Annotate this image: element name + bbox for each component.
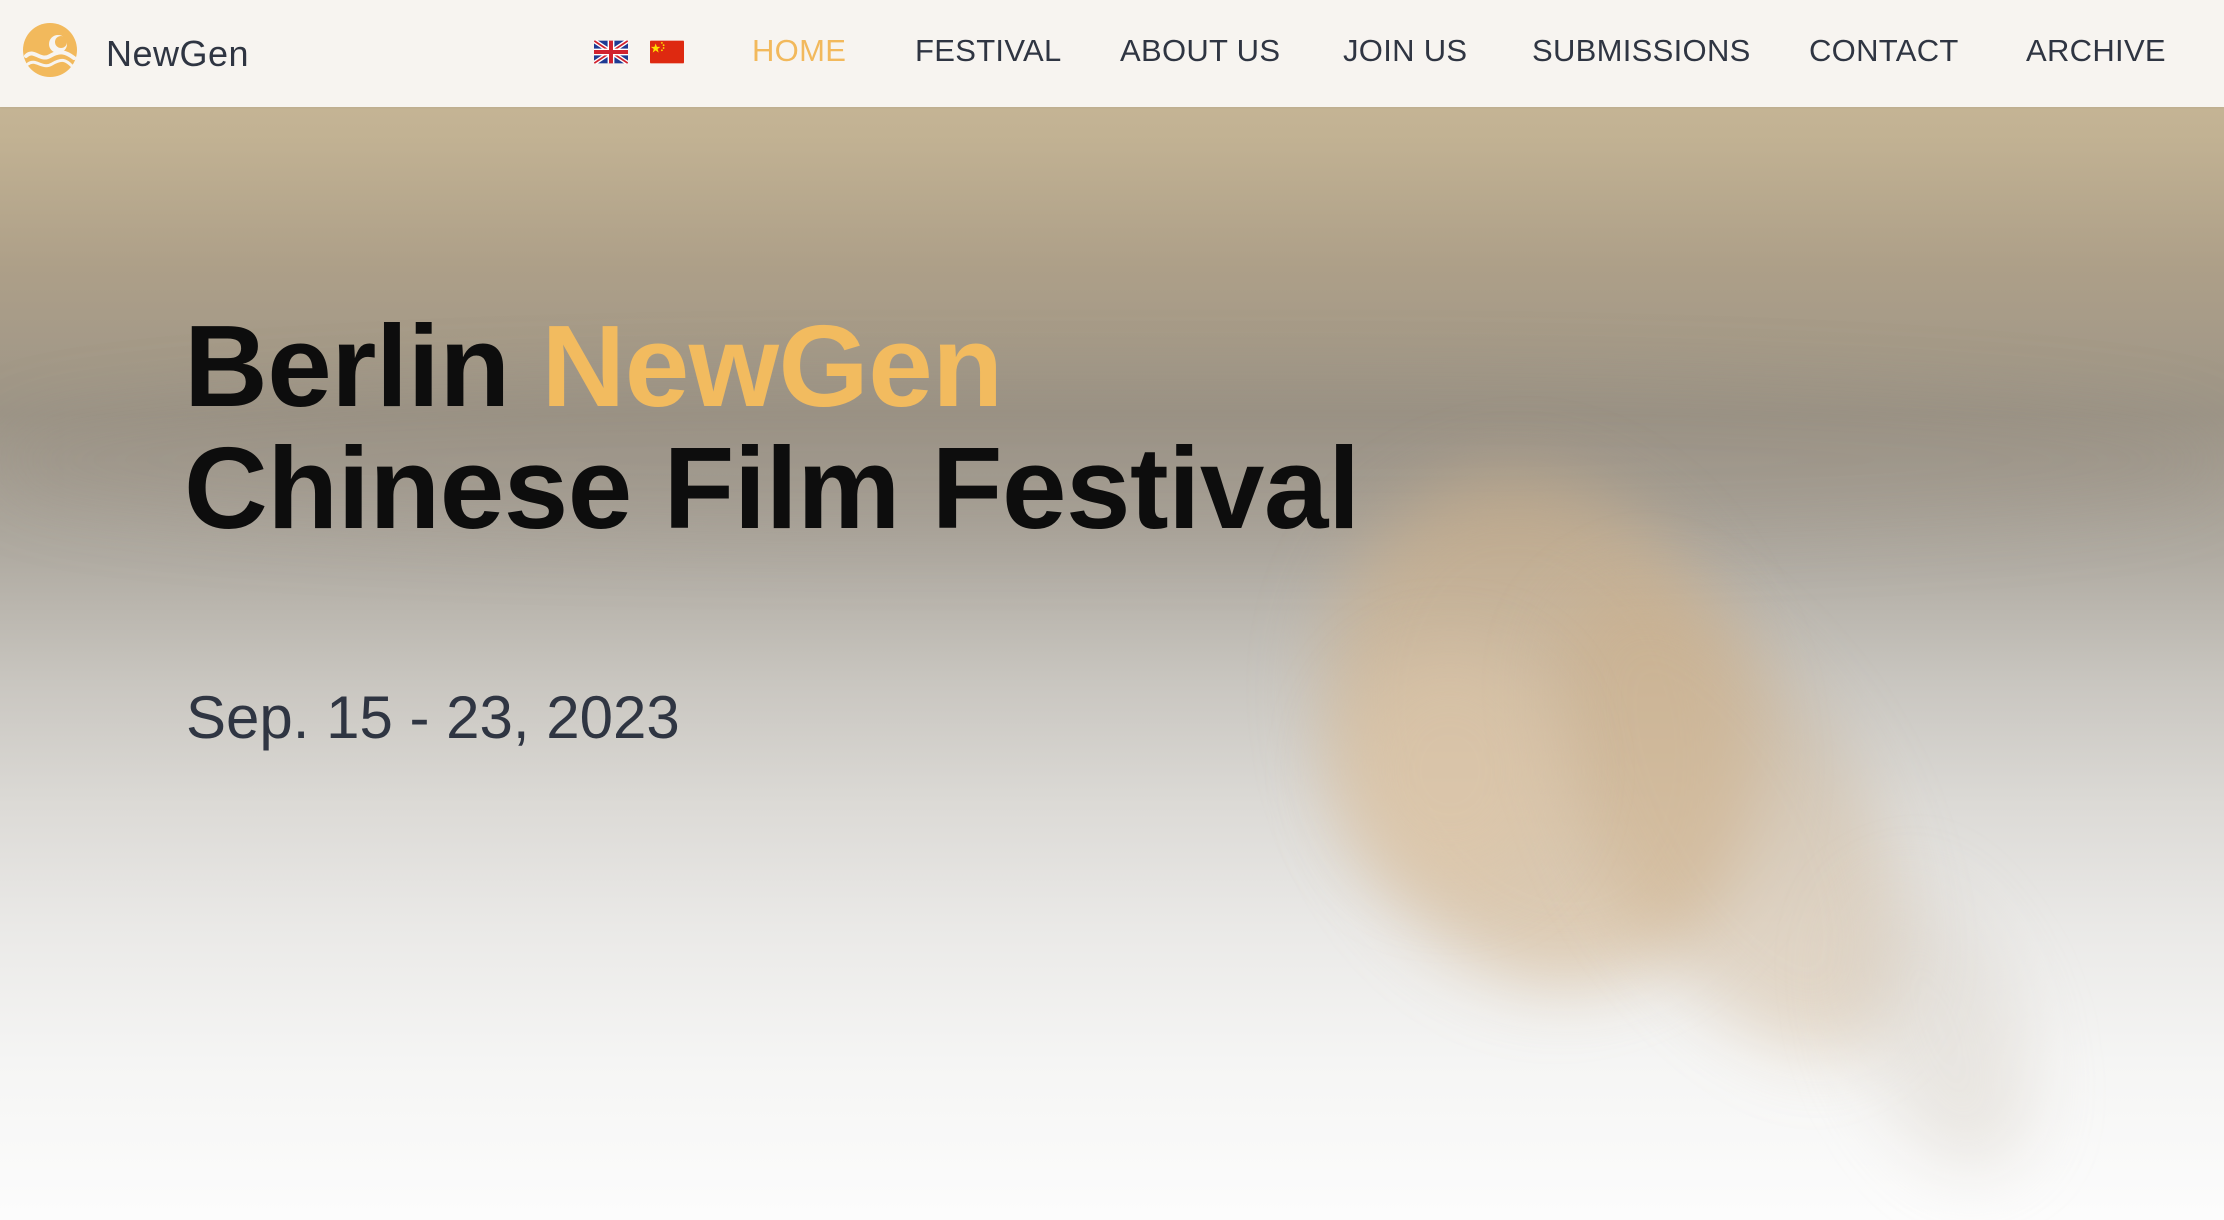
- hero-blurred-figure: [1340, 650, 1560, 890]
- hero-title-city: Berlin: [184, 301, 510, 431]
- wave-moon-logo-icon[interactable]: [22, 22, 78, 78]
- brand-name[interactable]: NewGen: [106, 30, 249, 78]
- nav-home[interactable]: HOME: [752, 30, 846, 72]
- china-flag-icon[interactable]: [650, 40, 684, 64]
- hero-title-line2: Chinese Film Festival: [184, 423, 1360, 553]
- top-navigation-bar: NewGen HOME FESTIVAL ABOUT US JOIN US SU…: [0, 0, 2224, 107]
- nav-join-us[interactable]: JOIN US: [1343, 30, 1467, 72]
- uk-flag-icon[interactable]: [594, 40, 628, 64]
- nav-archive[interactable]: ARCHIVE: [2026, 30, 2166, 72]
- hero-title: Berlin NewGen Chinese Film Festival: [184, 305, 1360, 549]
- hero-background-image: [0, 0, 2224, 1220]
- nav-about-us[interactable]: ABOUT US: [1120, 30, 1280, 72]
- nav-submissions[interactable]: SUBMISSIONS: [1532, 30, 1751, 72]
- hero-title-accent: NewGen: [541, 301, 1003, 431]
- festival-dates: Sep. 15 - 23, 2023: [186, 684, 680, 751]
- nav-festival[interactable]: FESTIVAL: [915, 30, 1062, 72]
- page: NewGen HOME FESTIVAL ABOUT US JOIN US SU…: [0, 0, 2224, 1220]
- nav-contact[interactable]: CONTACT: [1809, 30, 1959, 72]
